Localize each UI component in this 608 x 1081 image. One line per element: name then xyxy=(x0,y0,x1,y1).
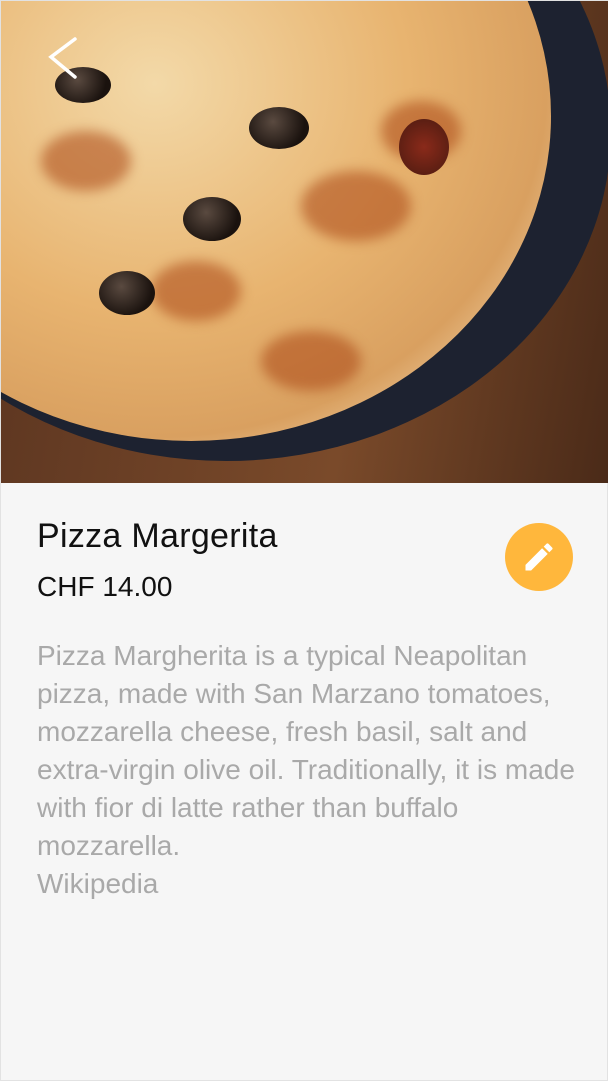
olive xyxy=(249,107,309,149)
olive xyxy=(99,271,155,315)
description-source: Wikipedia xyxy=(37,868,159,899)
description-text: Pizza Margherita is a typical Neapolitan… xyxy=(37,640,575,861)
olive xyxy=(183,197,241,241)
pizza-image xyxy=(1,1,608,483)
product-description: Pizza Margherita is a typical Neapolitan… xyxy=(37,637,577,903)
sauce-spot xyxy=(151,261,241,321)
tomato xyxy=(399,119,449,175)
sauce-spot xyxy=(261,331,361,391)
edit-button[interactable] xyxy=(505,523,573,591)
sauce-spot xyxy=(301,171,411,241)
chevron-left-icon[interactable] xyxy=(45,35,85,81)
product-title: Pizza Margerita xyxy=(37,517,278,555)
pencil-icon xyxy=(525,543,553,571)
sauce-spot xyxy=(41,131,131,191)
product-price: CHF 14.00 xyxy=(37,571,173,602)
